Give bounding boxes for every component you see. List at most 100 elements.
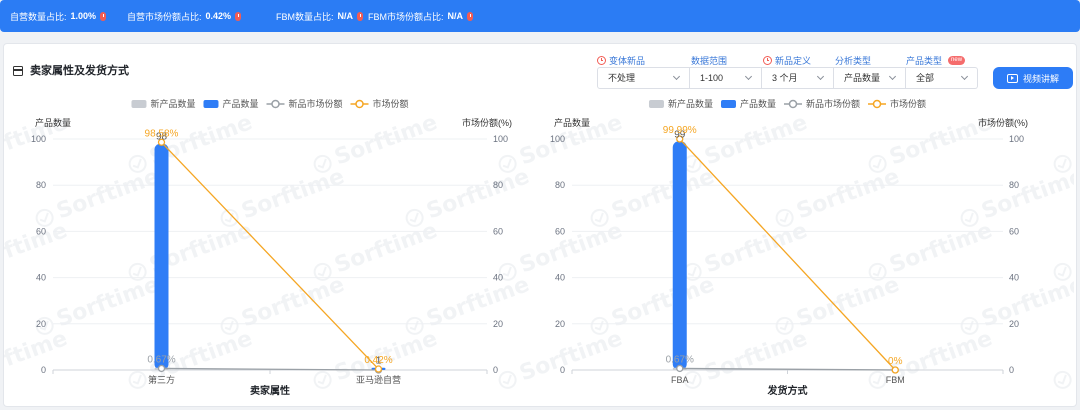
legend-item[interactable]: 市场份额	[350, 98, 409, 109]
new-badge: new	[948, 55, 966, 65]
filter-label-text: 产品类型	[906, 55, 943, 66]
product-bar[interactable]	[672, 141, 687, 370]
clock-icon[interactable]	[763, 55, 772, 65]
filter-label-text: 新品定义	[775, 55, 812, 66]
product-bar[interactable]	[154, 143, 169, 370]
stats-bar: 自营数量占比: 1.00% 自营市场份额占比: 0.42% FBM数量占比: N…	[0, 0, 1080, 32]
chevron-down-icon	[672, 72, 681, 81]
y-axis-title: 产品数量	[554, 117, 590, 128]
legend-swatch	[720, 100, 736, 108]
y2-tick-label: 60	[1009, 226, 1019, 236]
legend-label: 市场份额	[890, 98, 926, 109]
y-tick-label: 0	[560, 365, 565, 375]
share-value-label: 0.67%	[147, 354, 175, 365]
x-category-label: FBA	[671, 375, 689, 385]
alert-icon[interactable]	[357, 11, 363, 21]
x-category-label: FBM	[886, 375, 905, 385]
alert-icon[interactable]	[467, 11, 473, 21]
legend-swatch	[203, 100, 219, 108]
filter-label-data-range: 数据范围	[691, 54, 727, 66]
new-share-point[interactable]	[676, 364, 684, 373]
legend-marker	[872, 99, 882, 109]
legend-label: 新产品数量	[668, 98, 713, 109]
alert-icon[interactable]	[235, 11, 242, 21]
product-type-select[interactable]: 全部	[906, 67, 978, 89]
alert-icon[interactable]	[100, 11, 107, 21]
chevron-down-icon	[816, 72, 825, 81]
market-share-line	[679, 138, 896, 371]
market-share-point[interactable]	[374, 365, 383, 373]
legend-marker	[355, 99, 364, 109]
section-title: 卖家属性及发货方式	[30, 65, 129, 77]
stat-label: FBM数量占比:	[276, 11, 334, 22]
analysis-type-select[interactable]: 产品数量	[834, 67, 906, 89]
chart-legend: 新产品数量 产品数量 新品市场份额 市场份额	[648, 98, 926, 109]
legend-label: 新品市场份额	[289, 98, 343, 109]
video-tutorial-button[interactable]: 视频讲解	[993, 67, 1073, 89]
stat-self-count-share: 自营数量占比: 1.00%	[10, 0, 107, 32]
stat-label: FBM市场份额占比:	[368, 11, 444, 22]
new-share-point[interactable]	[157, 364, 166, 373]
chevron-down-icon	[744, 72, 753, 81]
share-value-label: 98.58%	[145, 128, 179, 139]
y-tick-label: 0	[41, 365, 46, 375]
filter-label-text: 变体新品	[609, 55, 646, 66]
x-category-label: 亚马逊自营	[356, 374, 401, 385]
y2-tick-label: 80	[493, 180, 503, 190]
y2-tick-label: 0	[493, 365, 498, 375]
play-icon	[1006, 73, 1018, 83]
legend-item[interactable]: 新产品数量	[648, 98, 713, 109]
y-tick-label: 40	[36, 273, 46, 283]
filter-label-new-definition: 新品定义	[763, 54, 811, 66]
y-tick-label: 80	[36, 180, 46, 190]
legend-swatch	[131, 100, 147, 108]
y2-axis-title: 市场份额(%)	[462, 117, 512, 128]
y2-tick-label: 100	[1009, 134, 1024, 144]
y-tick-label: 60	[36, 226, 46, 236]
share-value-label: 0%	[888, 356, 903, 367]
x-axis-title: 卖家属性	[250, 384, 290, 397]
y2-tick-label: 40	[493, 273, 503, 283]
share-value-label: 0.42%	[364, 355, 392, 366]
select-value: 1-100	[700, 73, 724, 83]
legend-item[interactable]: 新产品数量	[131, 98, 195, 109]
y-tick-label: 20	[555, 319, 565, 329]
legend-swatch	[648, 100, 664, 108]
seller-type-chart: 020406080100020406080100产品数量 市场份额(%)9810.…	[31, 98, 512, 397]
stat-fbm-market-share: FBM市场份额占比: N/A	[368, 0, 473, 32]
legend-item[interactable]: 产品数量	[203, 98, 259, 109]
y2-tick-label: 20	[493, 319, 503, 329]
y2-tick-label: 0	[1009, 365, 1014, 375]
chart-legend: 新产品数量 产品数量 新品市场份额 市场份额	[131, 98, 409, 109]
legend-item[interactable]: 新品市场份额	[266, 98, 343, 109]
select-value: 全部	[916, 73, 935, 83]
filter-label-product-type: 产品类型 new	[906, 54, 966, 66]
new-definition-select[interactable]: 3 个月	[762, 67, 834, 89]
stat-value: 1.00%	[70, 11, 97, 21]
legend-item[interactable]: 产品数量	[720, 98, 776, 109]
clock-icon[interactable]	[597, 55, 606, 65]
share-value-label: 0.67%	[666, 354, 694, 365]
y2-tick-label: 40	[1009, 273, 1019, 283]
legend-label: 新品市场份额	[806, 98, 860, 109]
stat-value: N/A	[447, 11, 464, 21]
x-category-label: 第三方	[148, 374, 175, 385]
legend-label: 产品数量	[740, 98, 776, 109]
data-range-select[interactable]: 1-100	[690, 67, 762, 89]
stat-self-market-share: 自营市场份额占比: 0.42%	[127, 0, 242, 32]
market-share-line	[161, 141, 379, 370]
y-tick-label: 100	[31, 134, 46, 144]
y-tick-label: 40	[555, 273, 565, 283]
fulfillment-chart: 020406080100020406080100产品数量 市场份额(%)990.6…	[550, 98, 1028, 397]
variant-new-select[interactable]: 不处理	[597, 67, 690, 89]
chevron-down-icon	[888, 72, 897, 81]
table-icon	[13, 66, 23, 76]
select-value: 3 个月	[772, 73, 798, 83]
select-value: 不处理	[608, 73, 636, 83]
legend-item[interactable]: 市场份额	[868, 98, 926, 109]
legend-item[interactable]: 新品市场份额	[784, 98, 860, 109]
legend-label: 新产品数量	[150, 98, 195, 109]
legend-marker	[271, 99, 280, 109]
market-share-point[interactable]	[891, 366, 899, 374]
y2-axis-title: 市场份额(%)	[978, 117, 1028, 128]
